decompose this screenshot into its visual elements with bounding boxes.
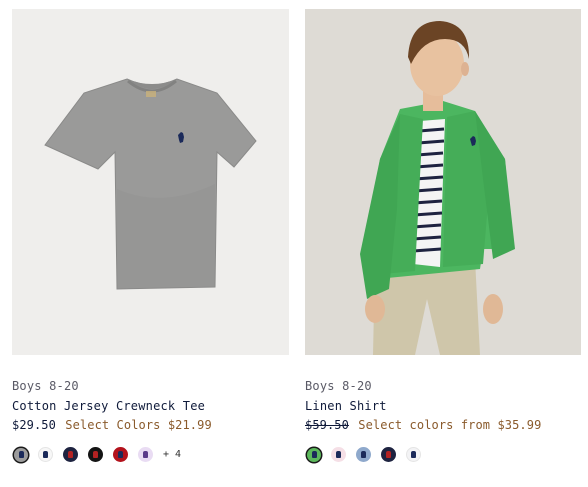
- color-swatch-white[interactable]: [406, 447, 421, 462]
- regular-price: $29.50: [12, 418, 56, 432]
- pony-logo-icon: [411, 451, 416, 458]
- pony-logo-icon: [93, 451, 98, 458]
- color-swatch-navy[interactable]: [381, 447, 396, 462]
- product-name-link[interactable]: Cotton Jersey Crewneck Tee: [12, 399, 289, 416]
- color-swatch-blue[interactable]: [356, 447, 371, 462]
- color-swatch-lavender[interactable]: [138, 447, 153, 462]
- product-name-link[interactable]: Linen Shirt: [305, 399, 581, 416]
- product-info-linen-shirt: Boys 8-20 Linen Shirt $59.50 Select colo…: [305, 379, 581, 435]
- color-swatch-red[interactable]: [113, 447, 128, 462]
- product-card-linen-shirt[interactable]: [305, 9, 581, 355]
- product-card-crewneck-tee[interactable]: [12, 9, 289, 355]
- pony-logo-icon: [68, 451, 73, 458]
- sale-price: Select colors from $35.99: [358, 418, 542, 432]
- sale-price: Select Colors $21.99: [65, 418, 212, 432]
- color-swatch-navy[interactable]: [63, 447, 78, 462]
- pony-logo-icon: [43, 451, 48, 458]
- gray-tee-image: [12, 9, 289, 355]
- pony-logo-icon: [143, 451, 148, 458]
- original-price: $59.50: [305, 418, 349, 432]
- product-category: Boys 8-20: [305, 379, 372, 393]
- price-row: $29.50 Select Colors $21.99: [12, 418, 289, 435]
- product-image-crewneck-tee[interactable]: [12, 9, 289, 355]
- pony-logo-icon: [361, 451, 366, 458]
- color-swatch-pink[interactable]: [331, 447, 346, 462]
- product-category: Boys 8-20: [12, 379, 79, 393]
- more-colors-link[interactable]: + 4: [163, 449, 181, 460]
- pony-logo-icon: [336, 451, 341, 458]
- color-swatch-green[interactable]: [307, 447, 321, 462]
- product-info-crewneck-tee: Boys 8-20 Cotton Jersey Crewneck Tee $29…: [12, 379, 289, 435]
- pony-logo-icon: [18, 451, 24, 458]
- pony-logo-icon: [118, 451, 123, 458]
- color-swatch-black[interactable]: [88, 447, 103, 462]
- boy-green-shirt-image: [305, 9, 581, 355]
- color-swatches-crewneck-tee: + 4: [13, 447, 181, 462]
- color-swatch-gray[interactable]: [14, 447, 28, 462]
- product-image-linen-shirt[interactable]: [305, 9, 581, 355]
- color-swatch-white[interactable]: [38, 447, 53, 462]
- color-swatches-linen-shirt: [306, 447, 431, 462]
- pony-logo-icon: [386, 451, 391, 458]
- pony-logo-icon: [311, 451, 317, 458]
- price-row: $59.50 Select colors from $35.99: [305, 418, 581, 435]
